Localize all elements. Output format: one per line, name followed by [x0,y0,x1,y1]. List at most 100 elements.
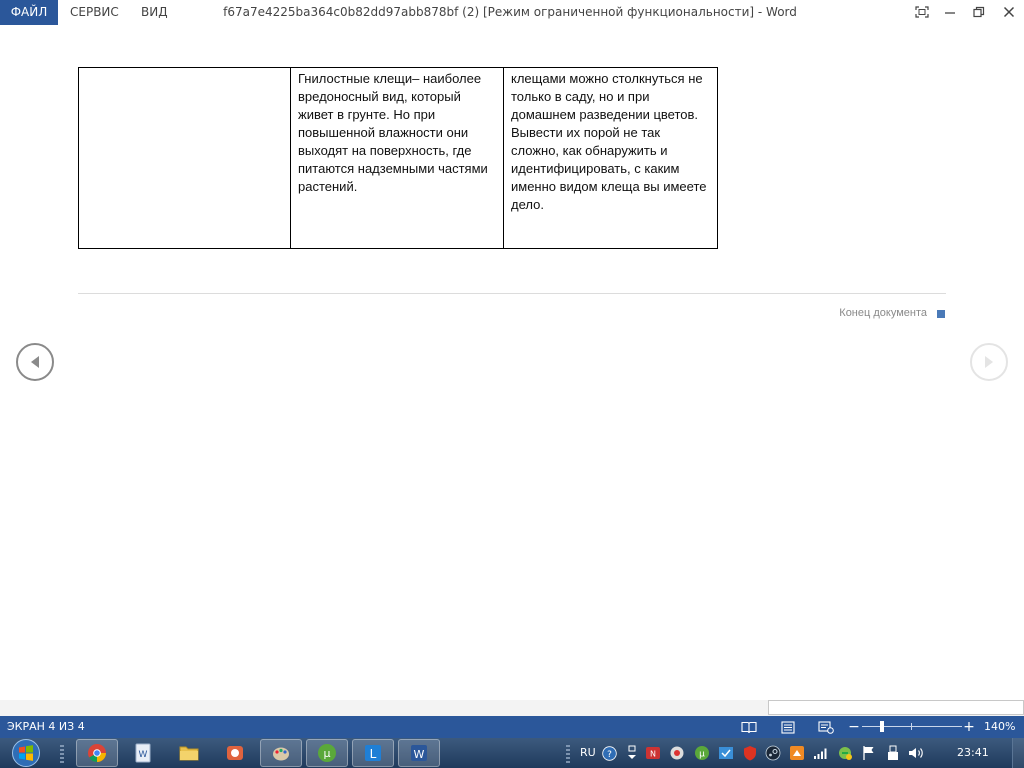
minimize-button[interactable] [939,2,961,22]
arrow-right-icon [985,356,993,368]
word-icon: W [411,745,427,761]
taskbar-app-media[interactable] [214,739,256,767]
table-cell[interactable] [78,67,291,249]
tray-utorrent[interactable]: µ [694,745,710,761]
media-player-icon [227,746,243,760]
menu-file[interactable]: ФАЙЛ [0,0,58,25]
word-window: ФАЙЛ СЕРВИС ВИД f67a7e4225ba364c0b82dd97… [0,0,1024,768]
taskbar-app-paint[interactable] [260,739,302,767]
table-cell[interactable]: клещами можно столкнуться не только в са… [503,67,718,249]
title-bar: ФАЙЛ СЕРВИС ВИД f67a7e4225ba364c0b82dd97… [0,0,1024,25]
svg-text:µ: µ [699,750,705,760]
windows-start-icon [12,739,40,767]
usb-device-icon [888,745,898,760]
book-icon [741,721,757,733]
close-button[interactable] [998,2,1020,22]
print-layout-button[interactable] [780,719,796,735]
table-cell[interactable]: Гнилостные клещи– наиболее вредоносный в… [290,67,504,249]
tray-steam[interactable] [765,745,781,761]
zoom-out-button[interactable]: − [848,716,860,738]
zoom-slider[interactable] [862,726,962,727]
action-center-button[interactable] [861,745,877,761]
lync-icon: L [365,745,381,761]
web-layout-button[interactable] [818,719,834,735]
document-icon: W [135,743,151,763]
taskbar-app-chrome[interactable] [76,739,118,767]
help-icon: ? [601,745,617,761]
taskbar-app-utorrent[interactable]: µ [306,739,348,767]
media-icon [670,746,684,760]
restore-icon [973,6,985,18]
tray-app-2[interactable] [669,745,685,761]
taskbar-app-lync[interactable]: L [352,739,394,767]
update-icon [719,747,733,759]
restore-button[interactable] [968,2,990,22]
tray-grip [566,745,570,763]
steam-icon [765,745,781,761]
read-mode-button[interactable] [741,719,757,735]
close-icon [1003,6,1015,18]
document-table: Гнилостные клещи– наиболее вредоносный в… [78,67,718,249]
antivirus-icon: N [646,747,660,759]
menu-service[interactable]: СЕРВИС [70,0,119,25]
document-end-marker-icon [937,310,945,318]
signal-icon [814,748,827,759]
tray-app-3[interactable] [718,745,734,761]
previous-screen-button[interactable] [16,343,54,381]
taskbar-app-word-doc[interactable]: W [122,739,164,767]
zoom-slider-thumb[interactable] [880,721,884,732]
status-bar: ЭКРАН 4 ИЗ 4 − + 140% [0,716,1024,738]
web-layout-icon [818,720,834,734]
chrome-icon [88,744,106,762]
zoom-slider-center-tick [911,723,912,730]
svg-text:L: L [370,747,377,761]
network-status-icon [839,747,852,760]
tray-app-6[interactable] [837,745,853,761]
taskbar-app-word[interactable]: W [398,739,440,767]
taskbar-app-explorer[interactable] [168,739,210,767]
zoom-in-button[interactable]: + [963,716,975,738]
svg-text:W: W [414,748,425,761]
speaker-icon [909,748,923,758]
language-bar-icon [628,745,636,759]
network-signal-button[interactable] [813,745,829,761]
svg-text:N: N [650,750,656,759]
zoom-level[interactable]: 140% [984,716,1015,738]
fullscreen-icon [915,6,929,18]
volume-button[interactable] [908,745,924,761]
folder-icon [179,746,199,761]
svg-text:µ: µ [324,747,331,760]
tray-app-4[interactable] [742,745,758,761]
fullscreen-button[interactable] [911,2,933,22]
flag-icon [863,746,874,760]
arrow-left-icon [31,356,39,368]
safe-remove-button[interactable] [885,745,901,761]
scrollbar-thumb[interactable] [768,700,1024,715]
page-layout-icon [781,720,795,734]
language-bar-button[interactable] [624,745,640,761]
system-clock[interactable]: 23:41 [957,738,989,768]
orange-app-icon [790,746,804,760]
paint-icon [273,747,289,761]
svg-text:?: ? [607,750,612,760]
next-screen-button[interactable] [970,343,1008,381]
document-end-label: Конец документа [839,307,927,319]
start-button[interactable] [6,738,46,768]
show-desktop-button[interactable] [1012,738,1024,768]
svg-text:W: W [139,750,148,760]
minimize-icon [945,12,955,14]
taskbar: W µ L W RU ? N µ 23:41 [0,738,1024,768]
page-indicator[interactable]: ЭКРАН 4 ИЗ 4 [7,716,85,738]
help-tray-button[interactable]: ? [601,745,617,761]
utorrent-icon: µ [318,744,336,762]
utorrent-tray-icon: µ [695,746,709,760]
menu-view[interactable]: ВИД [141,0,168,25]
tray-app-5[interactable] [789,745,805,761]
document-end-divider [78,293,946,294]
table-row: Гнилостные клещи– наиболее вредоносный в… [78,67,718,249]
language-indicator[interactable]: RU [580,738,596,768]
shield-icon [744,746,756,761]
taskbar-grip [60,745,64,763]
window-title: f67a7e4225ba364c0b82dd97abb878bf (2) [Ре… [223,5,797,19]
tray-app-1[interactable]: N [645,745,661,761]
